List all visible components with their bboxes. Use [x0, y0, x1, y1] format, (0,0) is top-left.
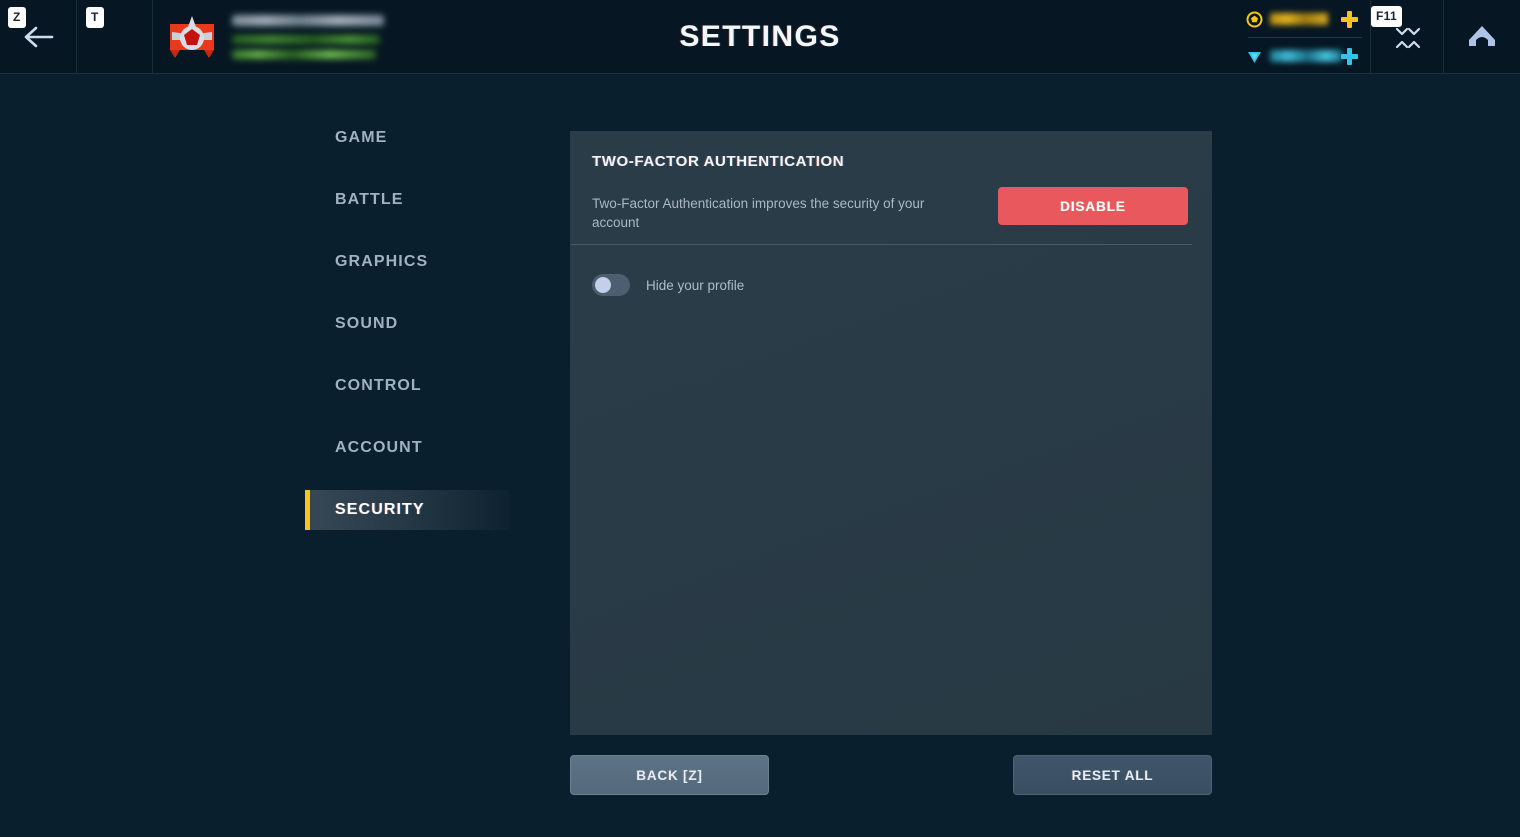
add-gold-button[interactable]	[1341, 11, 1358, 28]
hide-profile-toggle-row[interactable]: Hide your profile	[592, 272, 744, 298]
gem-icon	[1248, 52, 1261, 63]
sidebar-item-security[interactable]: SECURITY	[305, 490, 510, 530]
two-factor-description: Two-Factor Authentication improves the s…	[592, 196, 925, 230]
gold-coin-icon	[1246, 11, 1263, 28]
hide-profile-toggle[interactable]	[592, 274, 630, 296]
settings-content-panel: TWO-FACTOR AUTHENTICATION Two-Factor Aut…	[570, 131, 1212, 735]
add-gems-button[interactable]	[1341, 48, 1358, 65]
back-footer-button[interactable]: BACK [Z]	[570, 755, 769, 795]
sidebar-item-label: SOUND	[335, 315, 399, 332]
top-header-bar: Z T SETTINGS F11	[0, 0, 1520, 74]
gold-amount-blurred	[1270, 13, 1328, 25]
sidebar-item-game[interactable]: GAME	[305, 118, 510, 158]
sidebar-item-label: GRAPHICS	[335, 253, 429, 270]
settings-screen: Z T SETTINGS F11 GAME BATTLE GRAPHICS SO…	[0, 0, 1520, 837]
sidebar-item-graphics[interactable]: GRAPHICS	[305, 242, 510, 282]
sidebar-item-label: BATTLE	[335, 191, 404, 208]
settings-nav-sidebar: GAME BATTLE GRAPHICS SOUND CONTROL ACCOU…	[305, 118, 510, 552]
reset-all-button[interactable]: RESET ALL	[1013, 755, 1212, 795]
sidebar-item-label: CONTROL	[335, 377, 422, 394]
sidebar-item-label: SECURITY	[335, 501, 425, 518]
home-icon	[1469, 26, 1495, 46]
toggle-knob	[595, 277, 611, 293]
disable-two-factor-button[interactable]: DISABLE	[998, 187, 1188, 225]
gem-amount-blurred	[1270, 50, 1342, 62]
sidebar-item-label: ACCOUNT	[335, 439, 423, 456]
fullscreen-collapse-icon	[1395, 27, 1421, 49]
sidebar-item-sound[interactable]: SOUND	[305, 304, 510, 344]
currency-row-gold	[1240, 2, 1370, 38]
currency-row-gem	[1240, 39, 1370, 75]
section-divider	[571, 244, 1192, 245]
sidebar-item-control[interactable]: CONTROL	[305, 366, 510, 406]
currency-panel	[1240, 0, 1370, 73]
fullscreen-key-badge: F11	[1371, 6, 1402, 27]
hide-profile-label: Hide your profile	[646, 277, 745, 293]
fullscreen-toggle-button[interactable]: F11	[1371, 0, 1443, 73]
home-button[interactable]	[1444, 0, 1520, 73]
sidebar-item-battle[interactable]: BATTLE	[305, 180, 510, 220]
sidebar-item-label: GAME	[335, 129, 388, 146]
sidebar-item-account[interactable]: ACCOUNT	[305, 428, 510, 468]
section-title-two-factor: TWO-FACTOR AUTHENTICATION	[592, 153, 845, 170]
